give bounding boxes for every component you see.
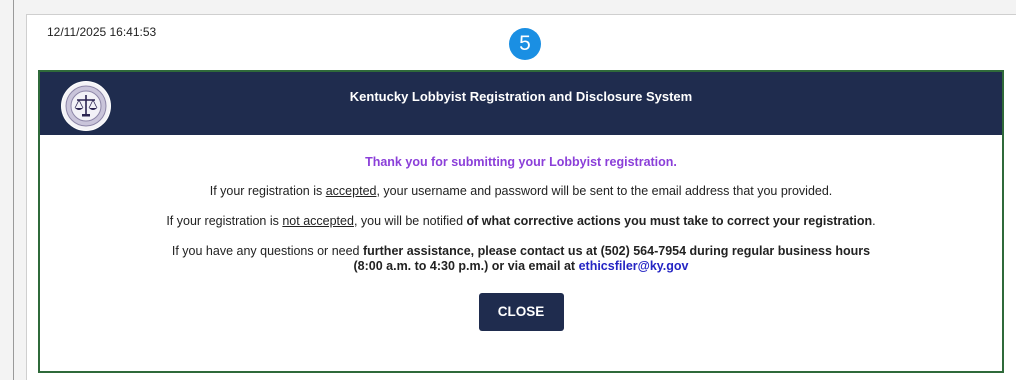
dialog-title: Kentucky Lobbyist Registration and Discl… <box>349 89 693 104</box>
text-segment: If your registration is <box>166 214 283 228</box>
accepted-word: accepted <box>325 184 377 198</box>
text-segment: . <box>872 214 876 228</box>
contact-info-text: further assistance, please contact us at… <box>362 244 871 258</box>
accepted-paragraph: If your registration is accepted, your u… <box>40 184 1002 199</box>
not-accepted-word: not accepted <box>282 214 354 228</box>
timestamp: 12/11/2025 16:41:53 <box>47 25 157 39</box>
contact-paragraph: If you have any questions or need furthe… <box>40 244 1002 274</box>
confirmation-dialog: Kentucky Lobbyist Registration and Discl… <box>38 70 1004 373</box>
not-accepted-paragraph: If your registration is not accepted, yo… <box>40 214 1002 229</box>
left-panel-edge <box>0 0 14 380</box>
page-content: 12/11/2025 16:41:53 5 Kentucky Lobbyist … <box>26 14 1016 380</box>
step-number-badge: 5 <box>509 28 541 60</box>
thank-you-message: Thank you for submitting your Lobbyist r… <box>365 155 677 169</box>
text-segment: If your registration is <box>209 184 326 198</box>
contact-hours-text: (8:00 a.m. to 4:30 p.m.) or via email at <box>353 259 579 273</box>
text-segment: , your username and password will be sen… <box>376 184 833 198</box>
close-button[interactable]: CLOSE <box>478 293 564 331</box>
dialog-body: Thank you for submitting your Lobbyist r… <box>40 135 1002 331</box>
email-link[interactable]: ethicsfiler@ky.gov <box>579 259 689 273</box>
corrective-actions-text: of what corrective actions you must take… <box>466 214 873 228</box>
text-segment: , you will be notified <box>353 214 467 228</box>
dialog-header: Kentucky Lobbyist Registration and Discl… <box>40 72 1002 135</box>
text-segment: If you have any questions or need <box>171 244 363 258</box>
